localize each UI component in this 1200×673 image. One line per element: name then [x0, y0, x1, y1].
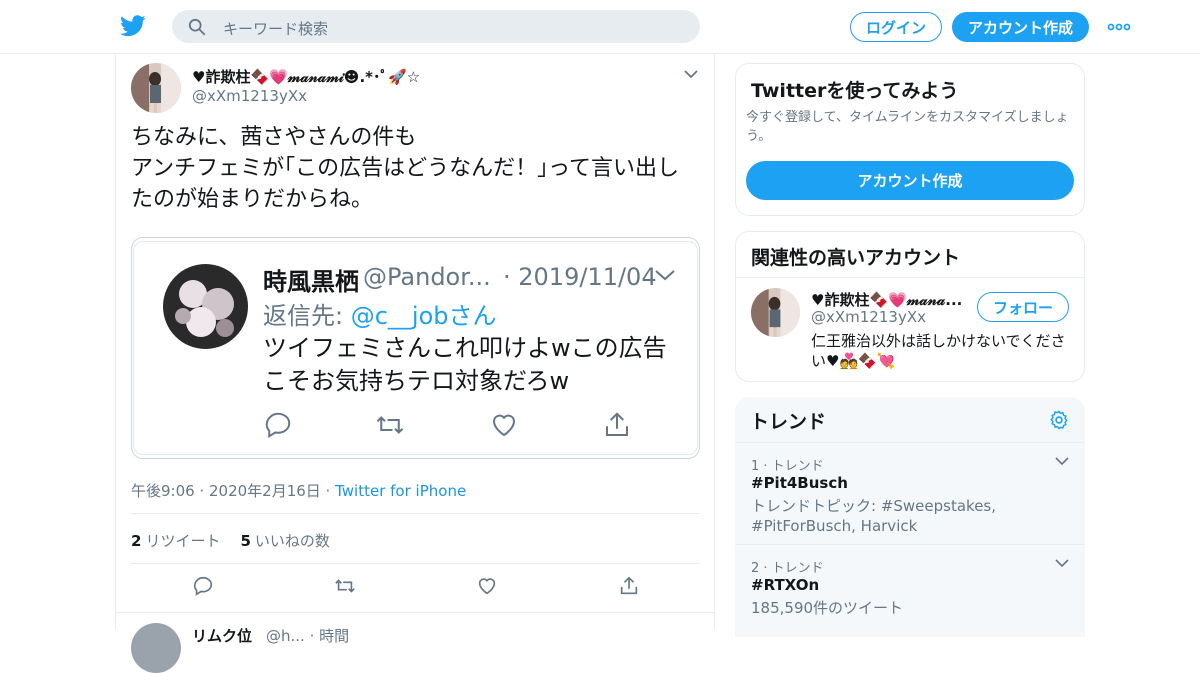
card-subtitle: 今すぐ登録して、タイムラインをカスタマイズしましょう。 — [746, 110, 1069, 144]
retweet-icon — [376, 416, 404, 434]
gear-icon[interactable] — [1048, 409, 1070, 431]
divider — [131, 563, 700, 564]
retweet-label[interactable]: リツイート — [145, 532, 220, 550]
trends-card: トレンド 1 · トレンド #Pit4Busch トレンドトピック: #Swee… — [735, 397, 1085, 637]
account-handle[interactable]: @xXm1213yXx — [811, 308, 926, 326]
top-nav-bar: キーワード検索 ログイン アカウント作成 — [0, 0, 1200, 54]
avatar[interactable] — [131, 63, 181, 113]
login-button[interactable]: ログイン — [850, 12, 942, 42]
trend-description: 185,590件のツイート — [751, 599, 904, 617]
avatar[interactable] — [131, 623, 181, 673]
tweet-stats: 2 リツイート 5 いいねの数 — [131, 530, 330, 551]
next-handle[interactable]: @h... · 時間 — [266, 625, 349, 646]
quoted-text: ツイフェミさんこれ叩けよwこの広告 こそお気持ちテロ対象だろw — [263, 334, 667, 395]
quoted-tweet-screenshot: 時風黒栖 @Pandor... · 2019/11/04 返信先: @c__jo… — [133, 241, 698, 455]
like-icon[interactable] — [476, 575, 498, 597]
retweet-count[interactable]: 2 — [131, 532, 141, 550]
search-box[interactable]: キーワード検索 — [172, 10, 700, 43]
chevron-down-icon[interactable] — [1055, 456, 1069, 466]
reply-mention: @c__jobさん — [350, 302, 497, 330]
like-count[interactable]: 5 — [240, 532, 250, 550]
divider — [131, 513, 700, 514]
quoted-avatar — [163, 264, 248, 349]
signup-card: Twitterを使ってみよう 今すぐ登録して、タイムラインをカスタマイズしましょ… — [735, 63, 1085, 216]
account-bio: 仁王雅治以外は話しかけないでください♥💑🍫💘 — [811, 332, 1066, 370]
quoted-handle: @Pandor... — [363, 263, 491, 291]
search-icon — [188, 18, 206, 36]
reply-prefix: 返信先: — [263, 302, 351, 330]
quoted-date: · 2019/11/04 — [503, 263, 657, 291]
like-label[interactable]: いいねの数 — [255, 532, 330, 550]
tweet-meta: 午後9:06 · 2020年2月16日 · Twitter for iPhone — [131, 480, 466, 501]
timestamp[interactable]: 午後9:06 · 2020年2月16日 · — [131, 482, 335, 500]
embedded-image[interactable]: 時風黒栖 @Pandor... · 2019/11/04 返信先: @c__jo… — [131, 237, 700, 459]
trend-item[interactable]: 2 · トレンド #RTXOn 185,590件のツイート — [735, 544, 1085, 634]
signup-button[interactable]: アカウント作成 — [952, 12, 1089, 42]
retweet-icon[interactable] — [334, 575, 356, 597]
trend-item[interactable]: 1 · トレンド #Pit4Busch トレンドトピック: #Sweepstak… — [735, 442, 1085, 545]
source-link[interactable]: Twitter for iPhone — [335, 482, 466, 500]
trend-context: 2 · トレンド — [751, 561, 824, 576]
next-tweet[interactable]: リムク位 @h... · 時間 — [116, 612, 714, 673]
account-name[interactable]: ♥詐欺柱🍫💗𝓂𝒶𝓃𝒶... — [811, 289, 963, 310]
search-placeholder: キーワード検索 — [223, 20, 329, 38]
trend-description: トレンドトピック: #Sweepstakes, #PitForBusch, Ha… — [751, 497, 997, 535]
signup-button[interactable]: アカウント作成 — [746, 161, 1074, 200]
trend-tag[interactable]: #Pit4Busch — [751, 474, 848, 492]
chevron-down-icon[interactable] — [683, 68, 699, 80]
user-handle[interactable]: @xXm1213yXx — [192, 87, 307, 105]
chevron-down-icon — [655, 270, 675, 281]
share-icon — [606, 412, 628, 436]
tweet-text: ちなみに、茜さやさんの件も アンチフェミが｢この広告はどうなんだ！｣って言い出し… — [131, 125, 680, 212]
display-name[interactable]: ♥詐欺柱🍫💗𝓂𝒶𝓃𝒶𝓂𝒾☻.*･ﾟ🚀☆ — [192, 66, 420, 87]
avatar[interactable] — [751, 288, 800, 337]
reply-icon[interactable] — [192, 575, 214, 597]
quoted-reply-line: 返信先: @c__jobさん — [263, 296, 497, 331]
tweet-column: ♥詐欺柱🍫💗𝓂𝒶𝓃𝒶𝓂𝒾☻.*･ﾟ🚀☆ @xXm1213yXx ちなみに、茜さや… — [115, 54, 715, 673]
share-icon[interactable] — [618, 575, 640, 597]
trend-context: 1 · トレンド — [751, 459, 824, 474]
more-dots-icon[interactable] — [1107, 18, 1131, 36]
reply-icon — [265, 412, 291, 439]
quoted-name: 時風黒栖 — [263, 268, 359, 296]
tweet-actions — [131, 575, 700, 601]
trend-tag[interactable]: #RTXOn — [751, 576, 819, 594]
card-title: Twitterを使ってみよう — [751, 80, 959, 102]
related-accounts-card: 関連性の高いアカウント ♥詐欺柱🍫💗𝓂𝒶𝓃𝒶... @xXm1213yXx フォ… — [735, 231, 1085, 382]
next-display-name[interactable]: リムク位 — [192, 625, 252, 646]
divider — [736, 277, 1084, 278]
follow-button[interactable]: フォロー — [977, 292, 1069, 322]
card-title: トレンド — [750, 411, 827, 433]
card-title: 関連性の高いアカウント — [751, 247, 961, 269]
like-icon — [492, 414, 516, 437]
chevron-down-icon[interactable] — [1055, 558, 1069, 568]
twitter-bird-icon[interactable] — [120, 14, 146, 38]
quoted-actions — [263, 410, 643, 442]
